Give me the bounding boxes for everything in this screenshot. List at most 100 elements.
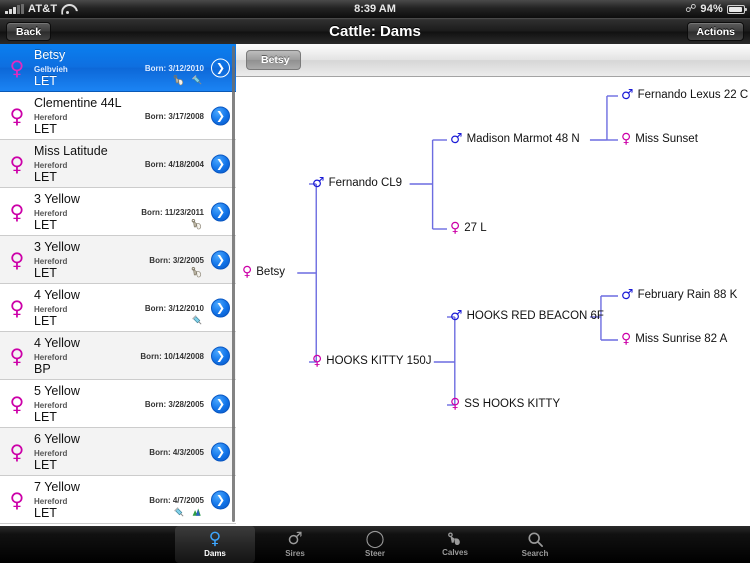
pedigree-tree: ♀ Betsy ♂ Fernando CL9 ♀ HOOKS KITTY 150J ♂ Mad… bbox=[236, 76, 750, 526]
animal-marks bbox=[191, 314, 204, 327]
pedigree-node[interactable]: ♂ February Rain 88 K bbox=[621, 288, 737, 302]
pedigree-node-label: HOOKS KITTY 150J bbox=[326, 355, 432, 367]
animal-tag: LET bbox=[34, 506, 57, 520]
pedigree-node-label: SS HOOKS KITTY bbox=[464, 398, 561, 410]
animal-born-date: Born: 10/14/2008 bbox=[140, 352, 204, 361]
navigation-bar: Back Cattle: Dams Actions bbox=[0, 18, 750, 45]
list-item-body: 3 Yellow Hereford LET Born: 11/23/2011 ❯ bbox=[34, 188, 236, 235]
pedigree-node-label: 27 L bbox=[464, 222, 487, 234]
pedigree-node[interactable]: ♀ SS HOOKS KITTY bbox=[450, 397, 560, 411]
animal-name: Miss Latitude bbox=[34, 144, 108, 158]
female-icon: ♀ bbox=[9, 439, 25, 464]
animal-breed: Gelbvieh bbox=[34, 65, 68, 74]
actions-button[interactable]: Actions bbox=[687, 22, 744, 41]
animal-tag: LET bbox=[34, 74, 57, 88]
tab-steer[interactable]: ◯ Steer bbox=[335, 526, 415, 563]
chevron-right-icon[interactable]: ❯ bbox=[211, 298, 230, 317]
male-icon: ♂ bbox=[621, 287, 634, 303]
list-item[interactable]: ♀ Miss Latitude Hereford LET Born: 4/18/2004… bbox=[0, 140, 236, 188]
tab-search[interactable]: Search bbox=[495, 526, 575, 563]
animal-born-date: Born: 3/2/2005 bbox=[149, 256, 204, 265]
pedigree-detail-pane: Betsy ♀ Betsy ♂ Fernando CL9 ♀ HOOKS KITTY 15… bbox=[236, 44, 750, 526]
pedigree-node-label: Fernando CL9 bbox=[328, 177, 403, 189]
chevron-right-icon[interactable]: ❯ bbox=[211, 202, 230, 221]
female-icon: ♀ bbox=[450, 220, 461, 236]
tab-bar[interactable]: ♀ Dams ♂ Sires ◯ Steer Calves Search bbox=[0, 526, 750, 563]
animal-tag: LET bbox=[34, 170, 57, 184]
circle-icon: ◯ bbox=[365, 529, 385, 549]
female-icon: ♀ bbox=[9, 55, 25, 80]
list-scrollbar[interactable] bbox=[232, 46, 235, 522]
animal-name: 3 Yellow bbox=[34, 192, 80, 206]
chevron-right-icon[interactable]: ❯ bbox=[211, 58, 230, 77]
chevron-right-icon[interactable]: ❯ bbox=[211, 106, 230, 125]
breadcrumb[interactable]: Betsy bbox=[246, 50, 301, 70]
animal-name: 5 Yellow bbox=[34, 384, 80, 398]
animal-tag: LET bbox=[34, 458, 57, 472]
pedigree-node[interactable]: ♀ HOOKS KITTY 150J bbox=[312, 354, 432, 368]
list-item[interactable]: ♀ 4 Yellow Hereford BP Born: 10/14/2008 ❯ bbox=[0, 332, 236, 380]
animal-tag: LET bbox=[34, 314, 57, 328]
animal-born-date: Born: 4/18/2004 bbox=[144, 160, 204, 169]
female-icon: ♀ bbox=[621, 131, 632, 147]
animal-tag: LET bbox=[34, 122, 57, 136]
animal-born-date: Born: 3/28/2005 bbox=[144, 400, 204, 409]
list-item[interactable]: ♀ 3 Yellow Hereford LET Born: 3/2/2005 ❯ bbox=[0, 236, 236, 284]
dams-list[interactable]: ♀ Betsy Gelbvieh LET Born: 3/12/2010 ❯ ♀ Clemen… bbox=[0, 44, 237, 526]
tab-label: Sires bbox=[285, 549, 305, 558]
animal-name: Betsy bbox=[34, 48, 66, 62]
animal-breed: Hereford bbox=[34, 353, 68, 362]
list-item-body: 4 Yellow Hereford BP Born: 10/14/2008 ❯ bbox=[34, 332, 236, 379]
page-title: Cattle: Dams bbox=[329, 22, 421, 40]
animal-born-date: Born: 4/7/2005 bbox=[149, 496, 204, 505]
battery-icon bbox=[727, 4, 747, 14]
bluetooth-icon: ☍ bbox=[685, 2, 697, 15]
animal-breed: Hereford bbox=[34, 161, 68, 170]
list-item[interactable]: ♀ Betsy Gelbvieh LET Born: 3/12/2010 ❯ bbox=[0, 44, 236, 92]
animal-breed: Hereford bbox=[34, 497, 68, 506]
pedigree-node[interactable]: ♂ HOOKS RED BEACON 6F bbox=[450, 309, 604, 323]
pedigree-node-label: Miss Sunrise 82 A bbox=[635, 333, 728, 345]
pedigree-node[interactable]: ♀ Betsy bbox=[242, 265, 285, 279]
pedigree-node[interactable]: ♂ Fernando CL9 bbox=[312, 176, 402, 190]
tab-sires[interactable]: ♂ Sires bbox=[255, 526, 335, 563]
list-item[interactable]: ♀ 7 Yellow Hereford LET Born: 4/7/2005 ❯ bbox=[0, 476, 236, 524]
calf-icon bbox=[447, 532, 464, 547]
female-icon: ♀ bbox=[208, 529, 222, 549]
pedigree-node[interactable]: ♀ Miss Sunrise 82 A bbox=[621, 332, 727, 346]
list-item[interactable]: ♀ 5 Yellow Hereford LET Born: 3/28/2005 ❯ bbox=[0, 380, 236, 428]
tab-dams[interactable]: ♀ Dams bbox=[175, 526, 255, 563]
animal-name: 7 Yellow bbox=[34, 480, 80, 494]
pedigree-node[interactable]: ♀ Miss Sunset bbox=[621, 132, 698, 146]
pedigree-node[interactable]: ♂ Fernando Lexus 22 C bbox=[621, 88, 748, 102]
pedigree-node[interactable]: ♂ Madison Marmot 48 N bbox=[450, 132, 580, 146]
chevron-right-icon[interactable]: ❯ bbox=[211, 490, 230, 509]
pedigree-node-label: HOOKS RED BEACON 6F bbox=[466, 310, 604, 322]
female-icon: ♀ bbox=[9, 151, 25, 176]
male-icon: ♂ bbox=[621, 87, 634, 103]
chevron-right-icon[interactable]: ❯ bbox=[211, 442, 230, 461]
female-icon: ♀ bbox=[450, 396, 461, 412]
list-item[interactable]: ♀ 4 Yellow Hereford LET Born: 3/12/2010 ❯ bbox=[0, 284, 236, 332]
list-item[interactable]: ♀ 6 Yellow Hereford LET Born: 4/3/2005 ❯ bbox=[0, 428, 236, 476]
animal-tag: BP bbox=[34, 362, 51, 376]
calf-icon bbox=[191, 218, 204, 231]
chevron-right-icon[interactable]: ❯ bbox=[211, 346, 230, 365]
chevron-right-icon[interactable]: ❯ bbox=[211, 154, 230, 173]
animal-name: 6 Yellow bbox=[34, 432, 80, 446]
animal-born-date: Born: 3/12/2010 bbox=[144, 304, 204, 313]
list-item-body: 5 Yellow Hereford LET Born: 3/28/2005 ❯ bbox=[34, 380, 236, 427]
list-item[interactable]: ♀ Clementine 44L Hereford LET Born: 3/17/200… bbox=[0, 92, 236, 140]
syringe-icon bbox=[173, 506, 186, 519]
ipad-screen: AT&T 8:39 AM ☍ 94% Back Cattle: Dams Act… bbox=[0, 0, 750, 563]
chevron-right-icon[interactable]: ❯ bbox=[211, 394, 230, 413]
animal-born-date: Born: 3/12/2010 bbox=[144, 64, 204, 73]
tab-calves[interactable]: Calves bbox=[415, 526, 495, 563]
battery-percent-label: 94% bbox=[700, 3, 723, 15]
chevron-right-icon[interactable]: ❯ bbox=[211, 250, 230, 269]
animal-marks bbox=[191, 266, 204, 279]
pedigree-node[interactable]: ♀ 27 L bbox=[450, 221, 487, 235]
list-item[interactable]: ♀ 3 Yellow Hereford LET Born: 11/23/2011 ❯ bbox=[0, 188, 236, 236]
male-icon: ♂ bbox=[450, 131, 463, 147]
animal-name: 4 Yellow bbox=[34, 288, 80, 302]
